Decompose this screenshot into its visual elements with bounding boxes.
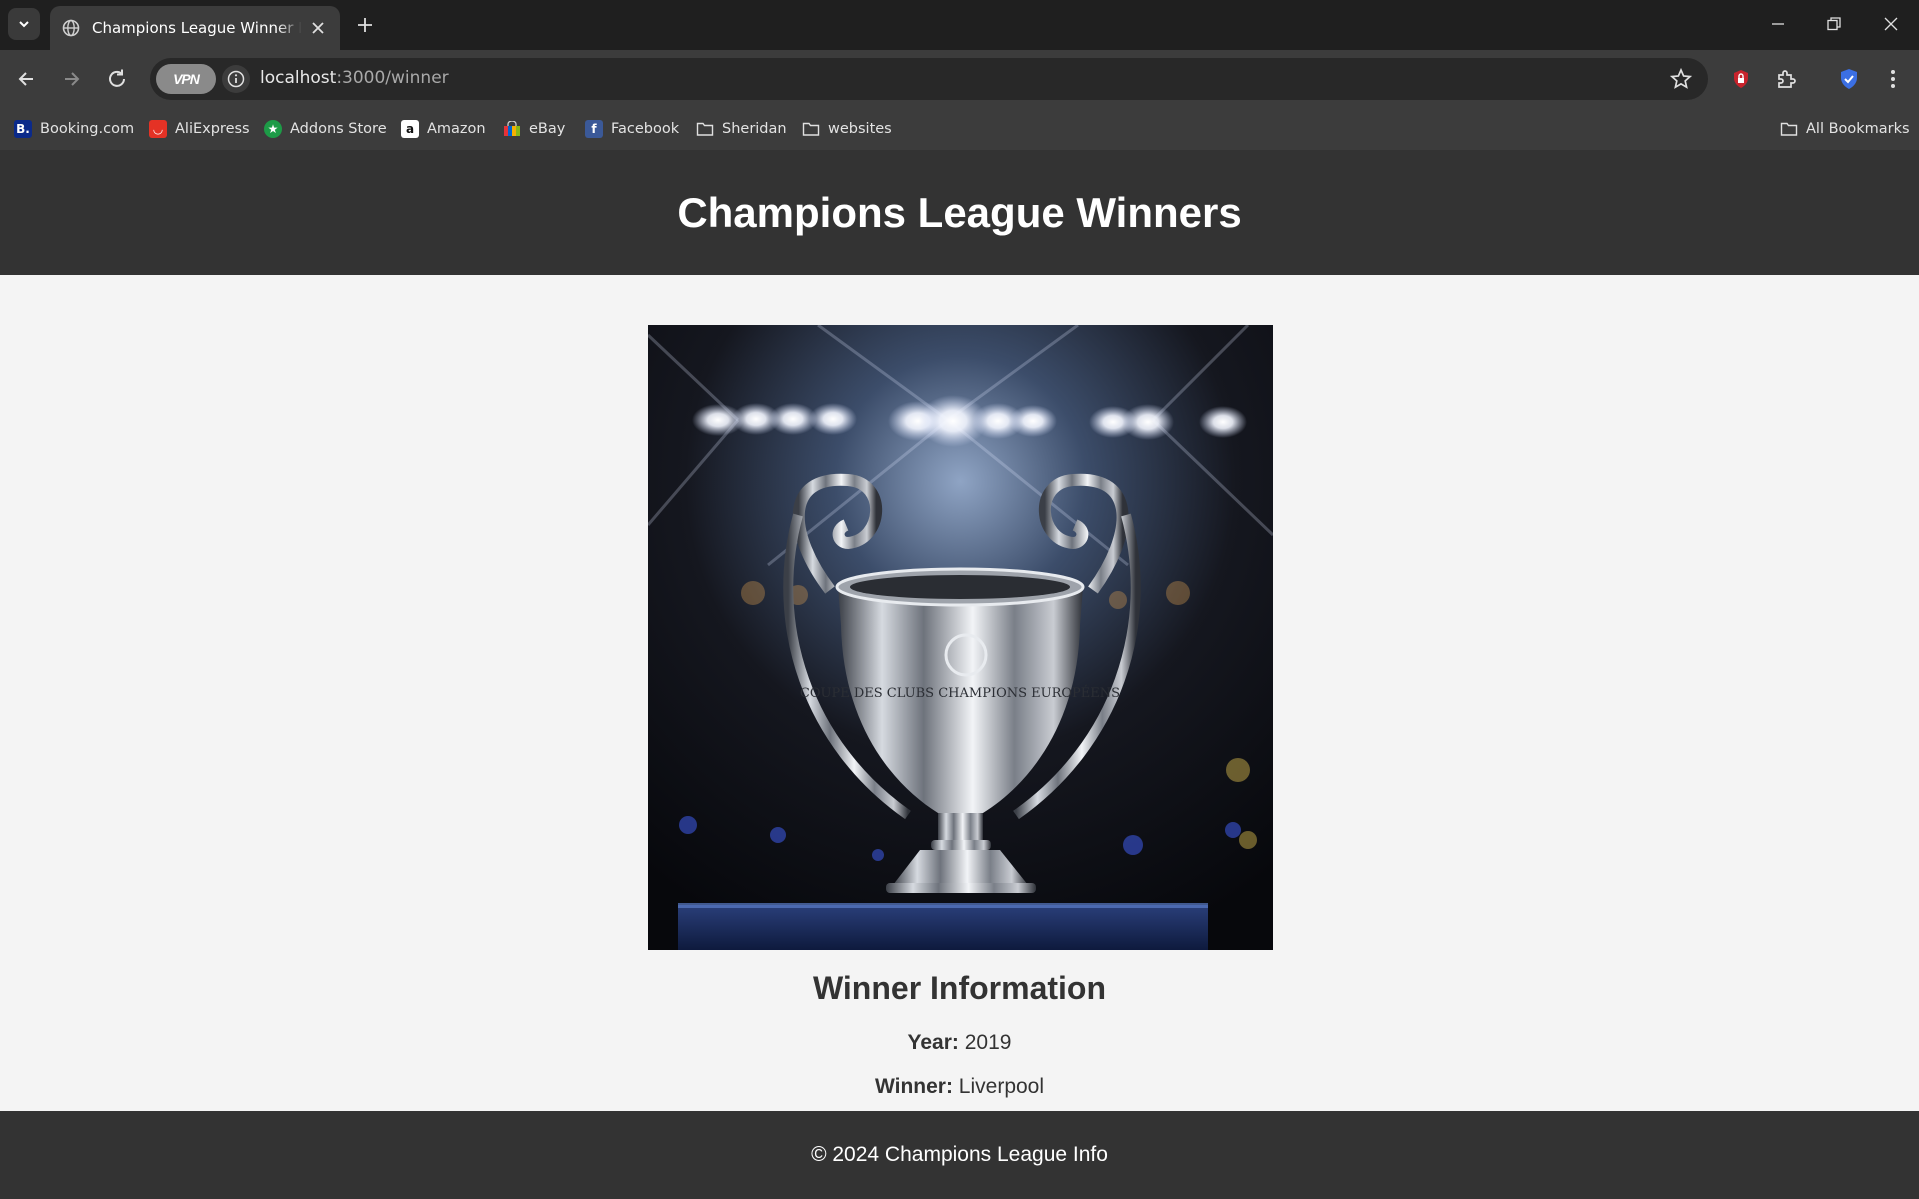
winner-label: Winner: — [874, 1075, 953, 1098]
arrow-right-icon — [65, 72, 80, 86]
amazon-icon: a — [401, 120, 419, 138]
winner-info: Winner Information Year: 2019 Winner: Li… — [0, 970, 1919, 1119]
bookmark-label: AliExpress — [175, 121, 250, 137]
all-bookmarks[interactable]: All Bookmarks — [1780, 117, 1910, 141]
url-path: :3000/winner — [336, 68, 449, 88]
all-bookmarks-label: All Bookmarks — [1806, 121, 1910, 137]
tab-strip: Champions League Winner Info — [0, 0, 1919, 50]
extension-lock-icon[interactable] — [1726, 64, 1756, 94]
browser-toolbar: VPN localhost:3000/winner — [0, 50, 1919, 108]
trophy-engraving: COUPE DES CLUBS CHAMPIONS EUROPÉENS — [800, 685, 1120, 701]
bookmark-label: websites — [828, 121, 892, 137]
restore-button[interactable] — [1816, 8, 1852, 40]
new-tab-button[interactable] — [352, 12, 378, 38]
bookmarks-bar: B. Booking.com ◡ AliExpress ★ Addons Sto… — [0, 108, 1919, 150]
close-icon[interactable] — [308, 18, 328, 38]
plus-icon — [358, 18, 372, 32]
booking-icon: B. — [14, 120, 32, 138]
bookmark-addons-store[interactable]: ★ Addons Store — [264, 117, 387, 141]
bookmark-label: Sheridan — [722, 121, 787, 137]
globe-icon — [62, 19, 80, 37]
tab-active[interactable]: Champions League Winner Info — [50, 6, 340, 50]
bookmark-ebay[interactable]: eBay — [503, 117, 565, 141]
tab-title: Champions League Winner Info — [92, 19, 302, 37]
reload-icon — [109, 69, 125, 87]
trophy-image: COUPE DES CLUBS CHAMPIONS EUROPÉENS — [648, 325, 1273, 950]
close-window-button[interactable] — [1873, 8, 1909, 40]
bookmark-label: Facebook — [611, 121, 680, 137]
year-label: Year: — [907, 1031, 959, 1054]
arrow-left-icon — [18, 72, 33, 86]
year-line: Year: 2019 — [0, 1031, 1919, 1055]
footer-text: © 2024 Champions League Info — [811, 1143, 1108, 1166]
folder-icon — [1780, 120, 1798, 138]
folder-icon — [696, 120, 714, 138]
bookmark-folder-sheridan[interactable]: Sheridan — [696, 117, 787, 141]
page-title: Champions League Winners — [677, 188, 1242, 236]
vpn-button[interactable]: VPN — [156, 64, 216, 94]
address-bar[interactable]: VPN localhost:3000/winner — [150, 58, 1708, 100]
bookmark-amazon[interactable]: a Amazon — [401, 117, 486, 141]
reload-button[interactable] — [101, 63, 133, 95]
forward-button[interactable] — [56, 63, 88, 95]
url-host: localhost — [260, 68, 337, 88]
page-header: Champions League Winners — [0, 150, 1919, 275]
bookmark-facebook[interactable]: f Facebook — [585, 117, 679, 141]
year-value: 2019 — [964, 1031, 1012, 1054]
site-info-icon[interactable] — [222, 65, 250, 93]
shield-check-icon[interactable] — [1834, 64, 1864, 94]
bookmark-label: Amazon — [427, 121, 486, 137]
bookmark-star-icon[interactable] — [1668, 66, 1694, 92]
close-icon — [1884, 17, 1898, 31]
bookmark-label: Booking.com — [40, 121, 135, 137]
addons-store-icon: ★ — [264, 120, 282, 138]
minimize-icon — [1772, 23, 1784, 25]
bookmark-aliexpress[interactable]: ◡ AliExpress — [149, 117, 250, 141]
ebay-icon — [503, 120, 521, 138]
back-button[interactable] — [10, 63, 42, 95]
aliexpress-icon: ◡ — [149, 120, 167, 138]
winner-value: Liverpool — [958, 1075, 1045, 1098]
bookmark-booking[interactable]: B. Booking.com — [14, 117, 134, 141]
winner-line: Winner: Liverpool — [0, 1075, 1919, 1099]
url-text[interactable]: localhost:3000/winner — [260, 68, 449, 88]
folder-icon — [802, 120, 820, 138]
bookmark-label: eBay — [529, 121, 566, 137]
bookmark-folder-websites[interactable]: websites — [802, 117, 892, 141]
facebook-icon: f — [585, 120, 603, 138]
info-heading: Winner Information — [812, 970, 1107, 1006]
menu-kebab-icon[interactable] — [1878, 64, 1908, 94]
page-footer: © 2024 Champions League Info — [0, 1111, 1919, 1199]
extensions-puzzle-icon[interactable] — [1771, 64, 1801, 94]
chevron-down-icon — [19, 21, 29, 28]
tab-search-button[interactable] — [8, 8, 40, 40]
minimize-button[interactable] — [1760, 8, 1796, 40]
bookmark-label: Addons Store — [290, 121, 387, 137]
restore-icon — [1827, 17, 1841, 31]
